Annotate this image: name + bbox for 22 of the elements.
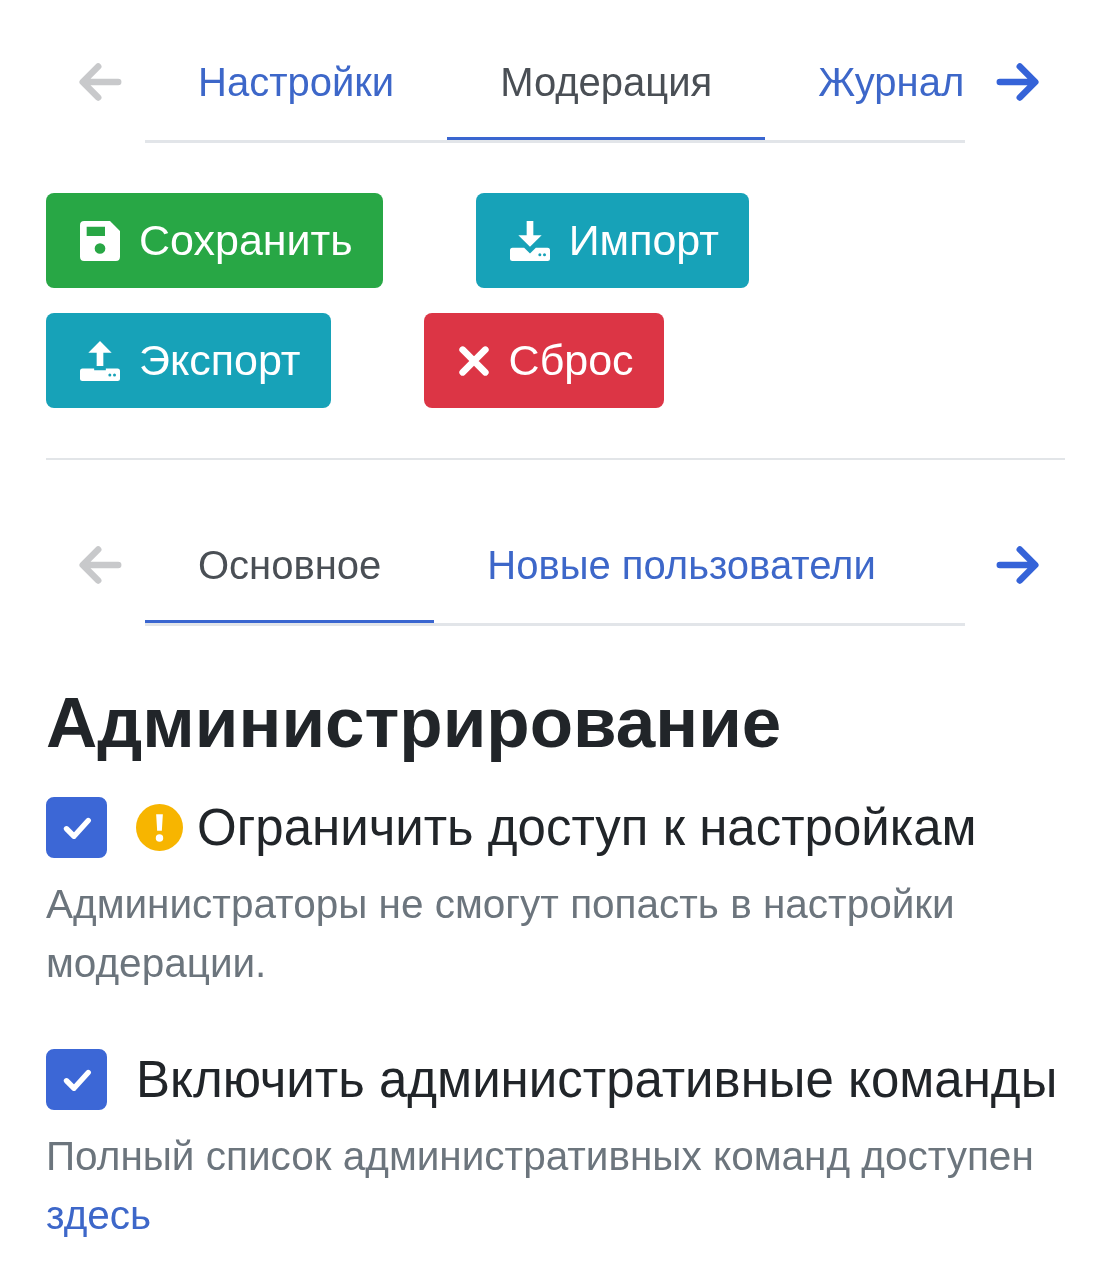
arrow-right-icon[interactable] <box>996 545 1040 585</box>
setting-label: Включить административные команды <box>136 1050 1058 1110</box>
section-title: Администрирование <box>46 682 783 764</box>
export-button[interactable]: Экспорт <box>46 313 331 408</box>
tab[interactable]: Журнал <box>765 49 965 140</box>
arrow-right-icon[interactable] <box>996 62 1040 102</box>
import-button[interactable]: Импорт <box>475 193 750 288</box>
checkbox[interactable] <box>46 1049 107 1110</box>
setting-description: Администраторы не смогут попасть в настройки модерации. <box>46 880 956 988</box>
reset-button[interactable]: Сброс <box>423 313 664 408</box>
tab[interactable]: Основное <box>145 532 435 623</box>
cross-icon <box>457 344 490 377</box>
tab[interactable]: Новые пользователи <box>434 532 876 623</box>
link[interactable]: здесь <box>46 1192 152 1238</box>
setting-label: Ограничить доступ к настройкам <box>197 798 977 858</box>
checkbox[interactable] <box>46 797 107 858</box>
tab[interactable]: Модерация <box>447 49 766 140</box>
setting-description: Полный список административных команд доступен здесь <box>46 1132 1035 1240</box>
download-icon <box>509 220 550 261</box>
upload-icon <box>80 340 120 381</box>
save-button[interactable]: Сохранить <box>46 193 383 288</box>
tab[interactable]: Настройки <box>145 49 448 140</box>
